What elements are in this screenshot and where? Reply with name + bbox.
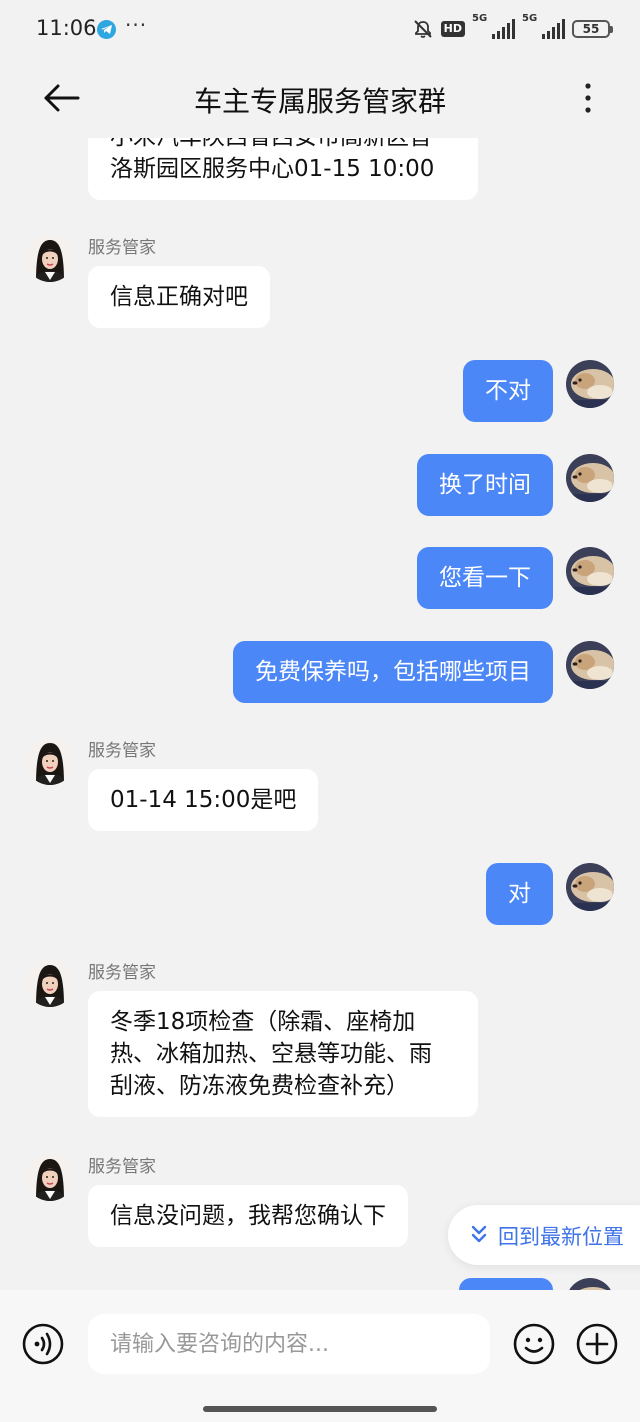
mute-icon (412, 18, 434, 40)
message-text-line: 刮液、防冻液免费检查补充） (110, 1073, 409, 1099)
user-avatar[interactable] (566, 863, 614, 911)
message-bubble-outgoing[interactable]: 不对 (463, 360, 553, 422)
message-bubble-incoming[interactable]: 信息正确对吧 (88, 266, 270, 328)
emoji-button[interactable] (513, 1323, 555, 1365)
user-avatar[interactable] (566, 641, 614, 689)
agent-avatar[interactable] (26, 737, 74, 785)
message-list[interactable]: 小米汽车陕西省西安市高新区普 洛斯园区服务中心01-15 10:00 服务管家 … (0, 138, 640, 1290)
message-text-line: 冬季18项检查（除霜、座椅加 (110, 1009, 416, 1035)
status-bar: 11:06 ··· HD 5G 5G 55 (0, 0, 640, 58)
battery-indicator: 55 (572, 20, 613, 38)
chevron-double-down-icon (471, 1225, 487, 1243)
page-title: 车主专属服务管家群 (193, 85, 446, 118)
message-bubble-incoming[interactable]: 小米汽车陕西省西安市高新区普 洛斯园区服务中心01-15 10:00 (88, 138, 478, 200)
user-avatar[interactable] (566, 547, 614, 595)
network-type-2: 5G (522, 13, 538, 24)
emoji-icon (513, 1323, 555, 1365)
agent-avatar[interactable] (26, 1153, 74, 1201)
jump-to-latest-button[interactable]: 回到最新位置 (448, 1205, 640, 1265)
more-vertical-icon (585, 83, 591, 113)
sender-name: 服务管家 (88, 1157, 156, 1177)
notification-more-icon: ··· (125, 13, 148, 37)
message-bubble-outgoing[interactable]: 对 (486, 863, 553, 925)
user-avatar[interactable] (566, 1278, 614, 1290)
message-bubble-incoming[interactable]: 信息没问题，我帮您确认下 (88, 1185, 408, 1247)
plus-icon (576, 1323, 618, 1365)
message-text-line: 小米汽车陕西省西安市高新区普 (110, 138, 456, 153)
chat-header: 车主专属服务管家群 (0, 58, 640, 138)
hd-voice-badge: HD (440, 21, 465, 37)
message-bubble-outgoing[interactable]: 免费保养吗，包括哪些项目 (233, 641, 553, 703)
message-bubble-incoming[interactable]: 冬季18项检查（除霜、座椅加 热、冰箱加热、空悬等功能、雨 刮液、防冻液免费检查… (88, 991, 478, 1117)
status-time: 11:06 (36, 16, 97, 40)
agent-avatar[interactable] (26, 959, 74, 1007)
user-avatar[interactable] (566, 454, 614, 502)
telegram-icon (97, 20, 116, 39)
message-bubble-outgoing-partial[interactable] (459, 1278, 553, 1290)
agent-avatar[interactable] (26, 234, 74, 282)
more-actions-button[interactable] (576, 1323, 618, 1365)
composer-bar (0, 1290, 640, 1422)
network-type-1: 5G (472, 13, 488, 24)
signal-strength-icon: 5G (472, 13, 515, 39)
voice-input-button[interactable] (22, 1323, 64, 1365)
message-bubble-outgoing[interactable]: 您看一下 (417, 547, 553, 609)
message-text-line: 洛斯园区服务中心01-15 10:00 (110, 156, 435, 182)
signal-strength-icon-2: 5G (522, 13, 565, 39)
sender-name: 服务管家 (88, 741, 156, 761)
message-bubble-outgoing[interactable]: 换了时间 (417, 454, 553, 516)
message-input[interactable] (88, 1314, 490, 1374)
jump-to-latest-label: 回到最新位置 (498, 1225, 624, 1249)
message-bubble-incoming[interactable]: 01-14 15:00是吧 (88, 769, 319, 831)
user-avatar[interactable] (566, 360, 614, 408)
sender-name: 服务管家 (88, 238, 156, 258)
message-text-line: 热、冰箱加热、空悬等功能、雨 (110, 1041, 432, 1067)
more-options-button[interactable] (576, 80, 600, 116)
sender-name: 服务管家 (88, 963, 156, 983)
voice-icon (22, 1323, 64, 1365)
home-indicator[interactable] (203, 1406, 437, 1412)
